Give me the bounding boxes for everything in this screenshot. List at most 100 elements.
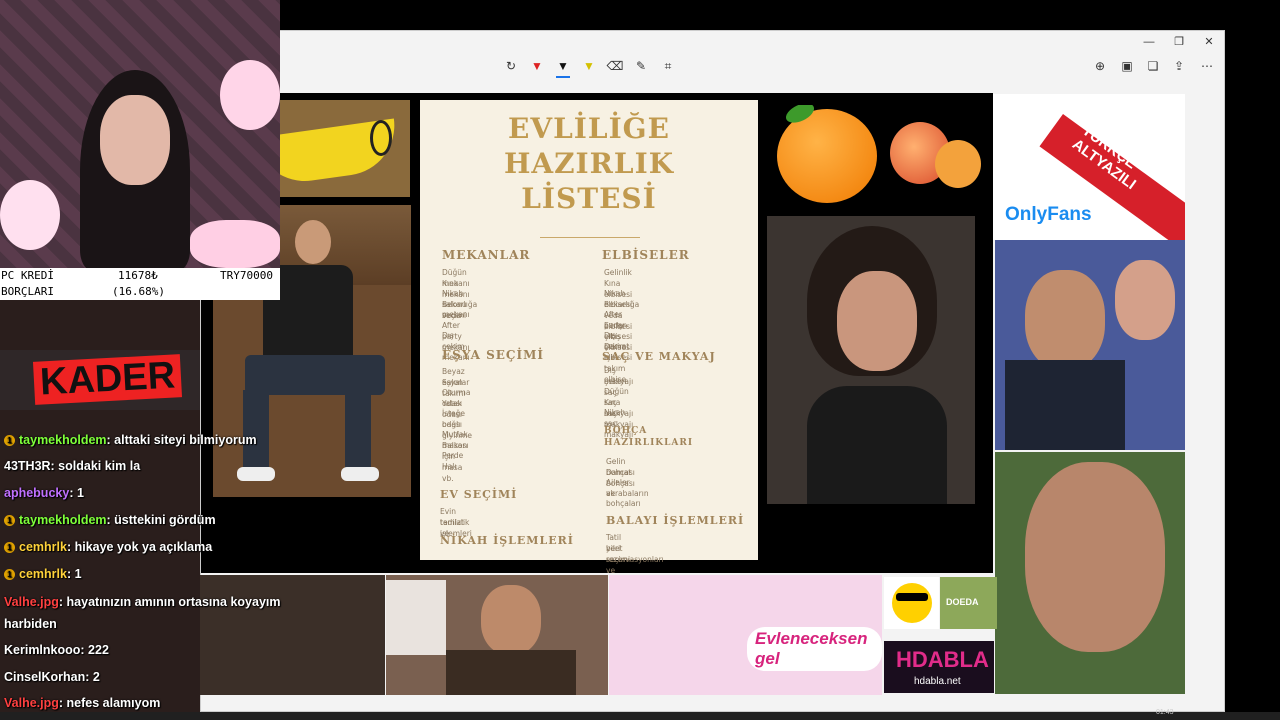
bohca-item: bohçaları <box>606 499 641 508</box>
credit-target: TRY70000 <box>220 269 273 282</box>
credit-overlay: PC KREDİ 11678₺ TRY70000 BORÇLARI (16.68… <box>0 268 280 300</box>
car-scene-photo <box>200 575 385 695</box>
hdabla-logo: HDABLA hdabla.net <box>884 641 994 693</box>
tv-show-photo <box>995 240 1185 450</box>
sub-badge-icon: 1 <box>4 435 15 447</box>
chat-text: harbiden <box>4 617 57 631</box>
section-mekanlar: MEKANLAR <box>442 248 531 262</box>
chat-text: : üsttekini gördüm <box>106 513 216 527</box>
credit-label-2: BORÇLARI <box>1 285 54 298</box>
highlighter-icon[interactable]: ▼ <box>580 57 598 75</box>
kader-title: KADER <box>32 354 183 405</box>
chat-text: : 2 <box>85 670 100 684</box>
section-sac: SAÇ VE MAKYAJ <box>602 350 716 363</box>
chat-message: Valhe.jpg: hayatınızın amının ortasına k… <box>4 595 280 609</box>
sub-badge-icon: 1 <box>4 569 15 581</box>
chat-username[interactable]: taymekholdem <box>19 433 107 447</box>
title-bar: — ❐ ✕ <box>201 31 1224 53</box>
doeda-text: DOEDA <box>946 597 979 607</box>
pen-black-icon[interactable]: ▼ <box>554 57 572 78</box>
balayi-item: bilet rezervasyonları <box>606 543 664 564</box>
section-bohca-2: HAZIRLIKLARI <box>604 438 694 448</box>
chat-username[interactable]: aphebucky <box>4 486 69 500</box>
chat-username[interactable]: 43TH3R <box>4 459 51 473</box>
section-bohca: BOHÇA <box>604 426 648 436</box>
elbiseler-item: Gelinlik <box>604 268 632 277</box>
chat-message: 1 taymekholdem: üsttekini gördüm <box>4 513 216 527</box>
man-in-suit-photo <box>386 575 608 695</box>
crop-icon[interactable]: ⌗ <box>659 57 677 75</box>
divider <box>540 237 640 238</box>
doc-title-line-2: HAZIRLIK <box>503 147 675 180</box>
eraser-icon[interactable]: ⌫ <box>606 57 624 75</box>
chat-message: aphebucky: 1 <box>4 486 84 500</box>
woman-portrait-photo <box>767 216 975 504</box>
mekanlar-item: mekanı <box>442 310 470 319</box>
esya-item: odası <box>442 419 462 429</box>
chat-text: : 1 <box>69 486 84 500</box>
chat-text: : 222 <box>80 643 109 657</box>
chat-text: : 1 <box>66 567 82 581</box>
sac-item: makyajı <box>604 376 634 386</box>
orange-photo <box>775 105 879 203</box>
close-button[interactable]: ✕ <box>1201 34 1217 50</box>
copy-icon[interactable]: ❏ <box>1144 57 1162 75</box>
chat-text: : hikaye yok ya açıklama <box>66 540 213 554</box>
taskbar: 01:43 <box>0 709 1280 720</box>
peach-photo <box>885 110 985 192</box>
section-ev: EV SEÇİMİ <box>440 488 518 501</box>
evleneceksen-gel-photo: Evleneceksen gel <box>609 575 882 695</box>
chat-text: : nefes alamıyom <box>58 696 161 710</box>
banana-photo <box>278 100 410 197</box>
selfie-man-photo <box>995 452 1185 694</box>
sunglasses-emoji <box>884 577 939 629</box>
chat-username[interactable]: Kerimlnkooo <box>4 643 80 657</box>
edit-icon[interactable]: ✎ <box>632 57 650 75</box>
section-nikah: NİKAH İŞLEMLERİ <box>440 534 574 547</box>
chat-username[interactable]: cemhrlk <box>19 567 67 581</box>
hdabla-text: HDABLA <box>896 647 989 672</box>
hdabla-url: hdabla.net <box>914 676 961 687</box>
doc-title-line-3: LİSTESİ <box>521 182 657 215</box>
credit-label-1: PC KREDİ <box>1 269 54 282</box>
credit-amount: 11678₺ <box>118 269 158 282</box>
pen-red-icon[interactable]: ▼ <box>528 57 546 75</box>
sub-badge-icon: 1 <box>4 542 15 554</box>
turkce-altyazili-banner: TÜRKÇE ALTYAZILI OnlyFans <box>993 94 1185 240</box>
chat-text: : alttaki siteyi bilmiyorum <box>106 433 257 447</box>
bohca-item: akrabaların <box>606 488 649 498</box>
sub-badge-icon: 1 <box>4 515 15 527</box>
crop-rotate-icon[interactable]: ↻ <box>502 57 520 75</box>
markup-toolbar: ↻ ▼ ▼ ▼ ⌫ ✎ ⌗ ⊕ ▣ ❏ ⇪ ⋯ <box>201 53 1224 79</box>
maximize-button[interactable]: ❐ <box>1171 34 1187 50</box>
section-balayi: BALAYI İŞLEMLERİ <box>606 514 745 527</box>
esya-item: Perde <box>442 451 464 460</box>
chat-username[interactable]: CinselKorhan <box>4 670 85 684</box>
chat-message: CinselKorhan: 2 <box>4 670 100 684</box>
wedding-checklist-document: EVLİLİĞE HAZIRLIK LİSTESİ MEKANLAR Düğün… <box>420 100 758 575</box>
chat-message: 1 cemhrlk: 1 <box>4 567 82 581</box>
chat-message: Valhe.jpg: nefes alamıyom <box>4 696 160 710</box>
clock: 01:43 <box>1156 709 1174 716</box>
chat-text: : hayatınızın amının ortasına koyayım <box>58 595 281 609</box>
chat-message: 1 taymekholdem: alttaki siteyi bilmiyorum <box>4 433 257 447</box>
chat-text: : soldaki kim la <box>50 459 141 473</box>
credit-percent: (16.68%) <box>112 285 165 298</box>
share-icon[interactable]: ⇪ <box>1170 57 1188 75</box>
chat-username[interactable]: taymekholdem <box>19 513 107 527</box>
chat-message: 43TH3R: soldaki kim la <box>4 459 140 473</box>
streamer-webcam <box>0 0 280 268</box>
save-icon[interactable]: ▣ <box>1118 57 1136 75</box>
evleneceksen-gel-logo: Evleneceksen gel <box>747 627 882 671</box>
more-icon[interactable]: ⋯ <box>1198 57 1216 75</box>
chat-message: 1 cemhrlk: hikaye yok ya açıklama <box>4 540 212 554</box>
section-elbiseler: ELBİSELER <box>602 248 690 262</box>
section-esya: EŞYA SEÇİMİ <box>442 348 544 362</box>
chat-username[interactable]: Valhe.jpg <box>4 696 59 710</box>
doeda-logo: DOEDA <box>940 577 997 629</box>
zoom-icon[interactable]: ⊕ <box>1091 57 1109 75</box>
chat-username[interactable]: cemhrlk <box>19 540 67 554</box>
chat-username[interactable]: Valhe.jpg <box>4 595 59 609</box>
doc-title-line-1: EVLİLİĞE <box>508 112 670 145</box>
minimize-button[interactable]: — <box>1141 34 1157 50</box>
